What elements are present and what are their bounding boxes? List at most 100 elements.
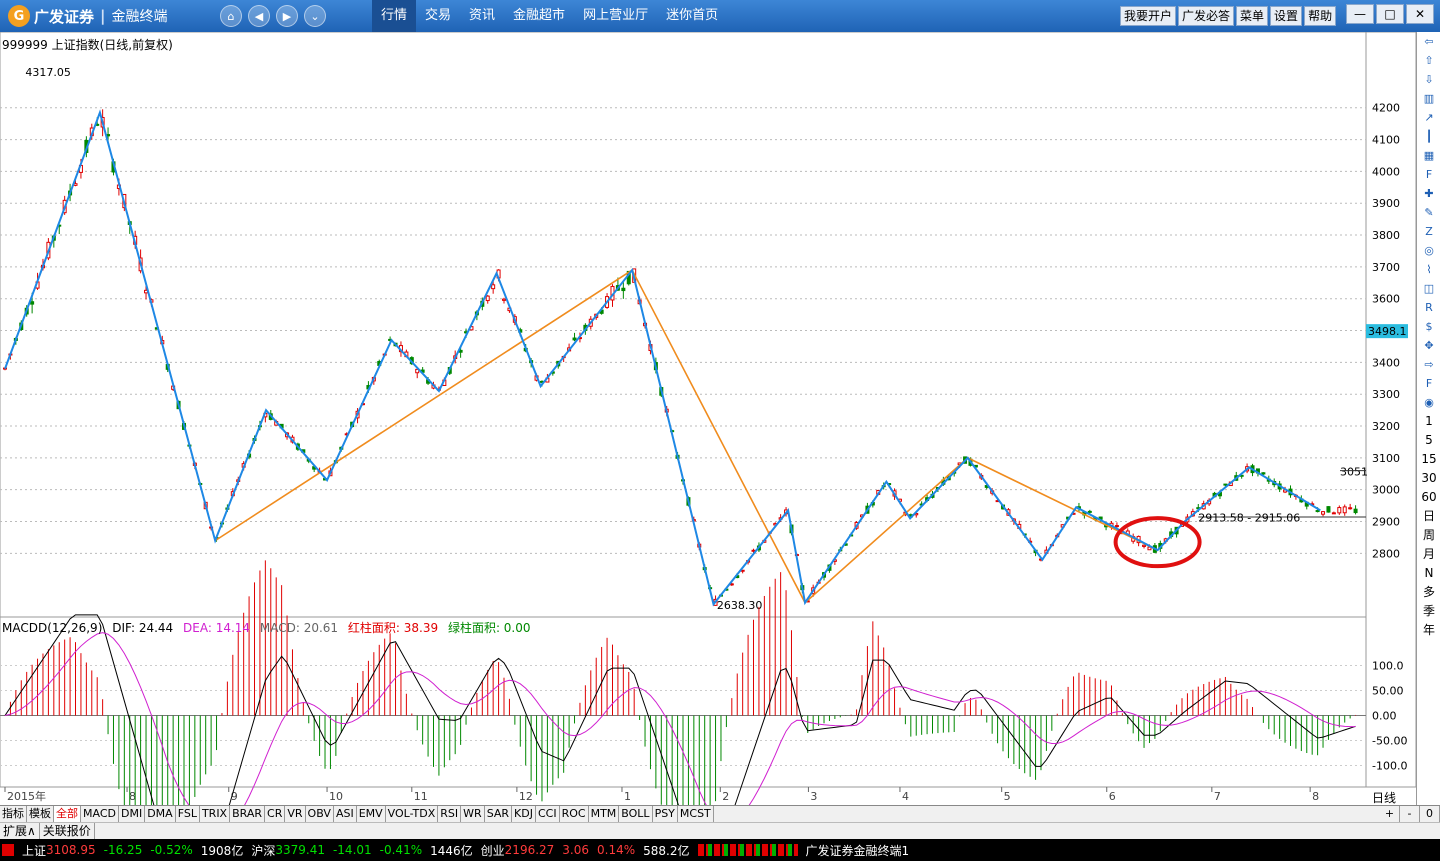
fiz-icon[interactable]: Z bbox=[1418, 223, 1440, 240]
indicator-tab-18[interactable]: KDJ bbox=[512, 806, 536, 822]
indicator-tab-3[interactable]: MACD bbox=[81, 806, 119, 822]
period-4[interactable]: 多 bbox=[1418, 584, 1440, 601]
arrow-right-icon[interactable]: ⇨ bbox=[1418, 356, 1440, 373]
indicator-tab-0[interactable]: 指标 bbox=[0, 806, 27, 822]
forward-icon[interactable]: ▶ bbox=[276, 5, 298, 27]
menu-item-1[interactable]: 交易 bbox=[416, 0, 460, 32]
menu-item-2[interactable]: 资讯 bbox=[460, 0, 504, 32]
candle-icon[interactable]: ▥ bbox=[1418, 90, 1440, 107]
cy-name[interactable]: 创业 bbox=[481, 842, 505, 859]
macd-dea: DEA: 14.14 bbox=[183, 621, 251, 635]
indicator-tab-6[interactable]: FSL bbox=[176, 806, 200, 822]
period-min-1[interactable]: 1 bbox=[1418, 413, 1440, 430]
arrow-down-icon[interactable]: ⇩ bbox=[1418, 71, 1440, 88]
indicator-tab-19[interactable]: CCI bbox=[536, 806, 560, 822]
menu-item-4[interactable]: 网上营业厅 bbox=[574, 0, 657, 32]
sh-change: -16.25 bbox=[103, 843, 143, 857]
tool-button-2[interactable]: 菜单 bbox=[1236, 6, 1269, 26]
indicator-tab-16[interactable]: WR bbox=[461, 806, 485, 822]
period-control-0[interactable]: + bbox=[1380, 806, 1400, 822]
indicator-tab-11[interactable]: OBV bbox=[306, 806, 334, 822]
indicator-tab-9[interactable]: CR bbox=[265, 806, 286, 822]
fib-icon[interactable]: F bbox=[1418, 166, 1440, 183]
period-0[interactable]: 日 bbox=[1418, 508, 1440, 525]
period-1[interactable]: 周 bbox=[1418, 527, 1440, 544]
candle-body bbox=[621, 287, 626, 292]
arrow-up-icon[interactable]: ⇧ bbox=[1418, 52, 1440, 69]
menu-item-3[interactable]: 金融超市 bbox=[504, 0, 574, 32]
indicator-tab-24[interactable]: MCST bbox=[678, 806, 714, 822]
indicator-tab-15[interactable]: RSI bbox=[438, 806, 462, 822]
menu-item-0[interactable]: 行情 bbox=[372, 0, 417, 32]
move-icon[interactable]: ✥ bbox=[1418, 337, 1440, 354]
maximize-button[interactable]: □ bbox=[1376, 4, 1404, 24]
close-button[interactable]: ✕ bbox=[1406, 4, 1434, 24]
price-tick: 3800 bbox=[1372, 229, 1400, 242]
candle-body bbox=[1342, 506, 1347, 514]
price-chart[interactable]: 4200410040003900380037003600350034003300… bbox=[0, 32, 1416, 805]
indicator-tab-23[interactable]: PSY bbox=[653, 806, 678, 822]
indicator-tab-8[interactable]: BRAR bbox=[230, 806, 266, 822]
indicator-tab-14[interactable]: VOL-TDX bbox=[386, 806, 439, 822]
sub-tab-1[interactable]: 关联报价 bbox=[40, 823, 95, 839]
tool-button-3[interactable]: 设置 bbox=[1270, 6, 1303, 26]
line2-icon[interactable]: ⌇ bbox=[1418, 261, 1440, 278]
candle-body bbox=[1348, 507, 1353, 510]
indicator-tab-2[interactable]: 全部 bbox=[54, 806, 81, 822]
price-tick: 3000 bbox=[1372, 484, 1400, 497]
chart-icon[interactable]: ◫ bbox=[1418, 280, 1440, 297]
candle2-icon[interactable]: ┃ bbox=[1418, 128, 1440, 145]
line-icon[interactable]: ↗ bbox=[1418, 109, 1440, 126]
candle-body bbox=[1326, 506, 1331, 513]
indicator-tab-10[interactable]: VR bbox=[285, 806, 306, 822]
period-label: 日线 bbox=[1372, 791, 1397, 805]
indicator-tab-13[interactable]: EMV bbox=[357, 806, 386, 822]
sh-name[interactable]: 上证 bbox=[22, 842, 46, 859]
minimize-button[interactable]: — bbox=[1346, 4, 1374, 24]
sh-pct: -0.52% bbox=[150, 843, 193, 857]
arrow-left-icon[interactable]: ⇦ bbox=[1418, 33, 1440, 50]
indicator-tab-5[interactable]: DMA bbox=[145, 806, 176, 822]
expand-down-icon[interactable]: ⌄ bbox=[304, 5, 326, 27]
indicator-tab-4[interactable]: DMI bbox=[119, 806, 146, 822]
candle-body bbox=[30, 301, 35, 305]
period-control-1[interactable]: - bbox=[1400, 806, 1420, 822]
macd-tick: 100.0 bbox=[1372, 660, 1404, 673]
cross-icon[interactable]: ✚ bbox=[1418, 185, 1440, 202]
indicator-tab-22[interactable]: BOLL bbox=[619, 806, 653, 822]
circle-icon[interactable]: ◎ bbox=[1418, 242, 1440, 259]
brush-icon[interactable]: ✎ bbox=[1418, 204, 1440, 221]
period-min-5[interactable]: 5 bbox=[1418, 432, 1440, 449]
candle-body bbox=[1321, 511, 1326, 515]
eye-icon[interactable]: ◉ bbox=[1418, 394, 1440, 411]
indicator-tab-20[interactable]: ROC bbox=[560, 806, 589, 822]
back-icon[interactable]: ◀ bbox=[248, 5, 270, 27]
period-min-30[interactable]: 30 bbox=[1418, 470, 1440, 487]
indicator-tab-12[interactable]: ASI bbox=[334, 806, 357, 822]
period-control-2[interactable]: 0 bbox=[1420, 806, 1440, 822]
home-icon[interactable]: ⌂ bbox=[220, 5, 242, 27]
tool-button-1[interactable]: 广发必答 bbox=[1178, 6, 1235, 26]
bars-icon[interactable]: ▦ bbox=[1418, 147, 1440, 164]
indicator-tab-21[interactable]: MTM bbox=[589, 806, 620, 822]
candle-body bbox=[1261, 472, 1266, 475]
s-icon[interactable]: $ bbox=[1418, 318, 1440, 335]
period-2[interactable]: 月 bbox=[1418, 546, 1440, 563]
hs-name[interactable]: 沪深 bbox=[251, 842, 275, 859]
period-3[interactable]: N bbox=[1418, 565, 1440, 582]
indicator-tab-17[interactable]: SAR bbox=[485, 806, 513, 822]
tool-button-4[interactable]: 帮助 bbox=[1304, 6, 1337, 26]
right-toolbar: ⇦ ⇧ ⇩ ▥ ↗ ┃ ▦ F ✚ ✎ Z ◎ ⌇ ◫ R $ ✥ ⇨ F ◉ 1 5 15 30 60 日周月 N 多季年 bbox=[1416, 32, 1440, 805]
fs-icon[interactable]: F bbox=[1418, 375, 1440, 392]
period-6[interactable]: 年 bbox=[1418, 622, 1440, 639]
low-annotation: 2638.30 bbox=[717, 599, 763, 612]
period-min-60[interactable]: 60 bbox=[1418, 489, 1440, 506]
period-min-15[interactable]: 15 bbox=[1418, 451, 1440, 468]
tool-button-0[interactable]: 我要开户 bbox=[1120, 6, 1177, 26]
rsi-icon[interactable]: R bbox=[1418, 299, 1440, 316]
period-5[interactable]: 季 bbox=[1418, 603, 1440, 620]
menu-item-5[interactable]: 迷你首页 bbox=[657, 0, 727, 32]
indicator-tab-7[interactable]: TRIX bbox=[200, 806, 231, 822]
indicator-tab-1[interactable]: 模板 bbox=[27, 806, 54, 822]
sub-tab-0[interactable]: 扩展∧ bbox=[0, 823, 40, 839]
